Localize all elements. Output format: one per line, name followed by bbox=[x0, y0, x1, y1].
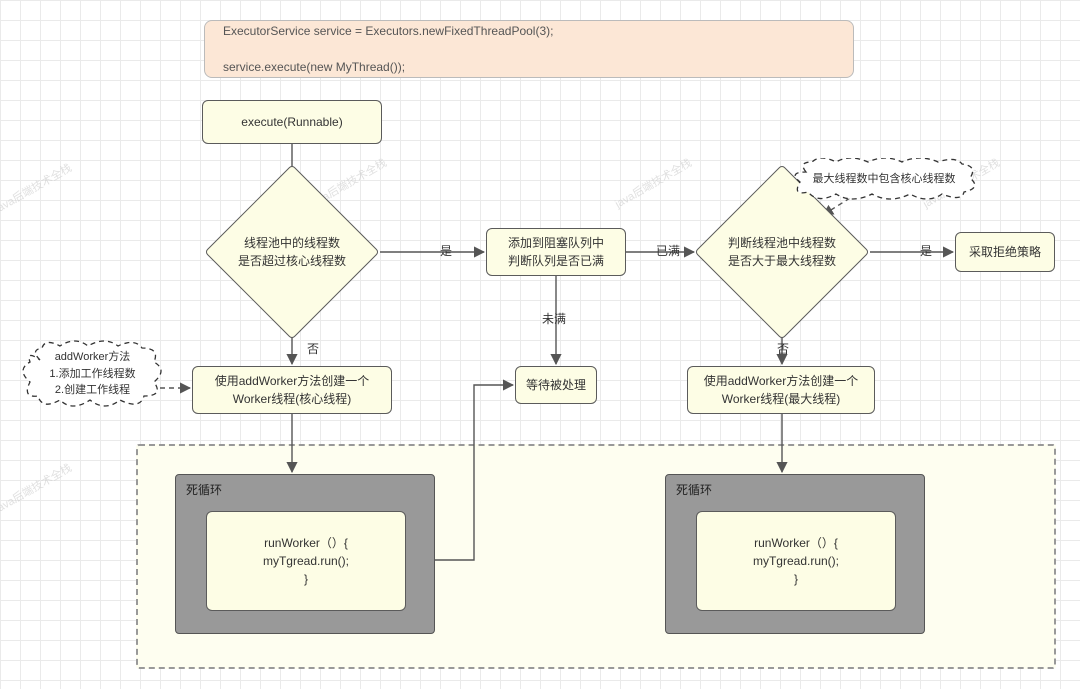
decision-core-threads: 线程池中的线程数 是否超过核心线程数 bbox=[230, 190, 354, 314]
run-worker-1-label: runWorker（）{ myTgread.run(); } bbox=[263, 534, 349, 588]
add-worker-core-box: 使用addWorker方法创建一个 Worker线程(核心线程) bbox=[192, 366, 392, 414]
add-to-queue-box: 添加到阻塞队列中 判断队列是否已满 bbox=[486, 228, 626, 276]
run-worker-box-1: runWorker（）{ myTgread.run(); } bbox=[206, 511, 406, 611]
code-snippet-box: ExecutorService service = Executors.newF… bbox=[204, 20, 854, 78]
execute-runnable-box: execute(Runnable) bbox=[202, 100, 382, 144]
cloud-maxthreads-note: 最大线程数中包含核心线程数 bbox=[790, 158, 978, 200]
reject-policy-label: 采取拒绝策略 bbox=[969, 243, 1041, 261]
edge-label-yes-1: 是 bbox=[440, 242, 452, 259]
edge-label-notfull: 未满 bbox=[542, 310, 566, 327]
add-worker-max-box: 使用addWorker方法创建一个 Worker线程(最大线程) bbox=[687, 366, 875, 414]
wait-process-label: 等待被处理 bbox=[526, 376, 586, 394]
cloud-addworker-text: addWorker方法 1.添加工作线程数 2.创建工作线程 bbox=[41, 349, 143, 399]
loop-2-title: 死循环 bbox=[676, 481, 712, 498]
loop-1-title: 死循环 bbox=[186, 481, 222, 498]
wait-process-box: 等待被处理 bbox=[515, 366, 597, 404]
loop-group-2: 死循环 runWorker（）{ myTgread.run(); } bbox=[665, 474, 925, 634]
edge-label-no-2: 否 bbox=[777, 340, 789, 357]
decision-max-threads: 判断线程池中线程数 是否大于最大线程数 bbox=[720, 190, 844, 314]
edge-label-yes-2: 是 bbox=[920, 242, 932, 259]
add-to-queue-label: 添加到阻塞队列中 判断队列是否已满 bbox=[508, 234, 604, 270]
add-worker-core-label: 使用addWorker方法创建一个 Worker线程(核心线程) bbox=[215, 372, 369, 408]
run-worker-2-label: runWorker（）{ myTgread.run(); } bbox=[753, 534, 839, 588]
edge-label-no-1: 否 bbox=[307, 340, 319, 357]
execute-runnable-label: execute(Runnable) bbox=[241, 113, 342, 131]
decision-core-threads-label: 线程池中的线程数 是否超过核心线程数 bbox=[230, 190, 354, 314]
cloud-addworker-note: addWorker方法 1.添加工作线程数 2.创建工作线程 bbox=[20, 340, 165, 408]
reject-policy-box: 采取拒绝策略 bbox=[955, 232, 1055, 272]
code-line-1: ExecutorService service = Executors.newF… bbox=[223, 22, 553, 40]
decision-max-threads-label: 判断线程池中线程数 是否大于最大线程数 bbox=[720, 190, 844, 314]
run-worker-box-2: runWorker（）{ myTgread.run(); } bbox=[696, 511, 896, 611]
add-worker-max-label: 使用addWorker方法创建一个 Worker线程(最大线程) bbox=[704, 372, 858, 408]
code-line-2: service.execute(new MyThread()); bbox=[223, 58, 553, 76]
cloud-maxthreads-text: 最大线程数中包含核心线程数 bbox=[805, 171, 964, 188]
edge-label-full: 已满 bbox=[656, 242, 680, 259]
loop-group-1: 死循环 runWorker（）{ myTgread.run(); } bbox=[175, 474, 435, 634]
